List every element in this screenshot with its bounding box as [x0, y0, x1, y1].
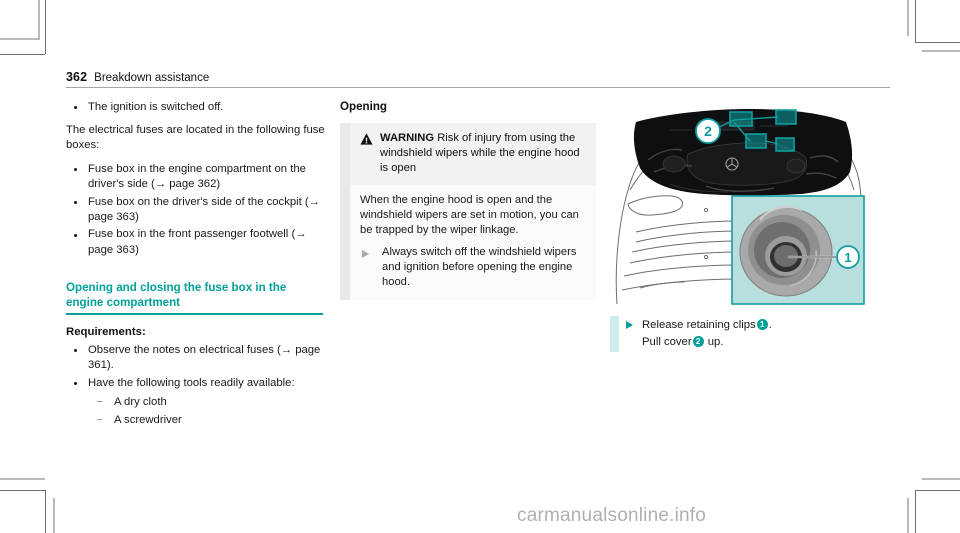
caption-line-2-suffix: up.: [707, 335, 724, 348]
callout-marker-2: 2: [692, 335, 704, 347]
list-item: Fuse box in the engine compartment on th…: [66, 162, 326, 192]
list-item-label: Have the following tools readily availab…: [88, 376, 295, 389]
tools-list: A dry cloth A screwdriver: [88, 394, 326, 428]
callout-2: 2: [695, 118, 721, 144]
engine-compartment-illustration: 2 1: [610, 100, 866, 306]
list-item: The ignition is switched off.: [66, 100, 326, 115]
svg-text:1: 1: [844, 250, 851, 265]
list-item: Fuse box on the driver's side of the coc…: [66, 195, 326, 225]
watermark: carmanualsonline.info: [517, 505, 707, 526]
figure-caption: Release retaining clips 1. Pull cover 2 up…: [610, 316, 890, 352]
warning-triangle-icon: [360, 132, 373, 145]
caption-line-1: Release retaining clips 1.: [626, 317, 890, 334]
warning-label: WARNING: [380, 132, 435, 144]
warning-action: Always switch off the windshield wipers …: [360, 245, 587, 291]
list-item: Observe the notes on electrical fuses (→…: [66, 343, 326, 373]
left-column: The ignition is switched off. The electr…: [66, 100, 326, 436]
warning-header-text: WARNING Risk of injury from using the wi…: [380, 131, 587, 176]
caption-accent-bar: [610, 316, 619, 352]
intro-paragraph: The electrical fuses are located in the …: [66, 124, 325, 152]
warning-body: When the engine hood is open and the win…: [350, 185, 596, 301]
caption-line-2: Pull cover 2 up.: [626, 334, 890, 351]
bullet-list-conditions: The ignition is switched off.: [66, 100, 326, 115]
inset-detail: 1: [731, 195, 865, 305]
caption-arrow-icon: [626, 320, 633, 329]
caption-line-1-text: Release retaining clips: [642, 319, 756, 331]
list-item: A screwdriver: [88, 412, 326, 428]
list-item: A dry cloth: [88, 394, 326, 410]
opening-heading: Opening: [340, 100, 388, 113]
right-column: 2 1 Release retaining clips 1 . Pull cov…: [610, 100, 890, 352]
svg-text:2: 2: [704, 123, 712, 139]
requirements-label: Requirements:: [66, 325, 146, 338]
caption-line-1-suffix: .: [768, 319, 772, 331]
page-number: 362: [66, 70, 88, 84]
list-item: Have the following tools readily availab…: [66, 376, 326, 428]
warning-header: WARNING Risk of injury from using the wi…: [350, 123, 596, 185]
bullet-list-requirements: Observe the notes on electrical fuses (→…: [66, 343, 326, 428]
warning-action-text: Always switch off the windshield wipers …: [382, 245, 577, 289]
list-item: Fuse box in the front passenger footwell…: [66, 227, 326, 257]
manual-page: 362 Breakdown assistance The ignition is…: [0, 0, 960, 533]
section-heading-rule: [66, 313, 323, 315]
bullet-list-fuse-boxes: Fuse box in the engine compartment on th…: [66, 162, 326, 258]
callout-marker-1: 1: [756, 319, 768, 330]
middle-column: Opening WARNING Risk of injury from usin…: [340, 100, 596, 301]
warning-body-text: When the engine hood is open and the win…: [360, 194, 579, 237]
header-rule: [66, 87, 890, 88]
warning-box: WARNING Risk of injury from using the wi…: [340, 123, 596, 301]
section-heading: Opening and closing the fuse box in the …: [66, 280, 287, 310]
warning-left-bar: [340, 123, 350, 301]
chapter-title: Breakdown assistance: [94, 72, 210, 84]
running-head: 362 Breakdown assistance: [66, 70, 890, 88]
caption-line-2-text: Pull cover: [642, 335, 692, 348]
action-arrow-icon: [362, 248, 369, 263]
